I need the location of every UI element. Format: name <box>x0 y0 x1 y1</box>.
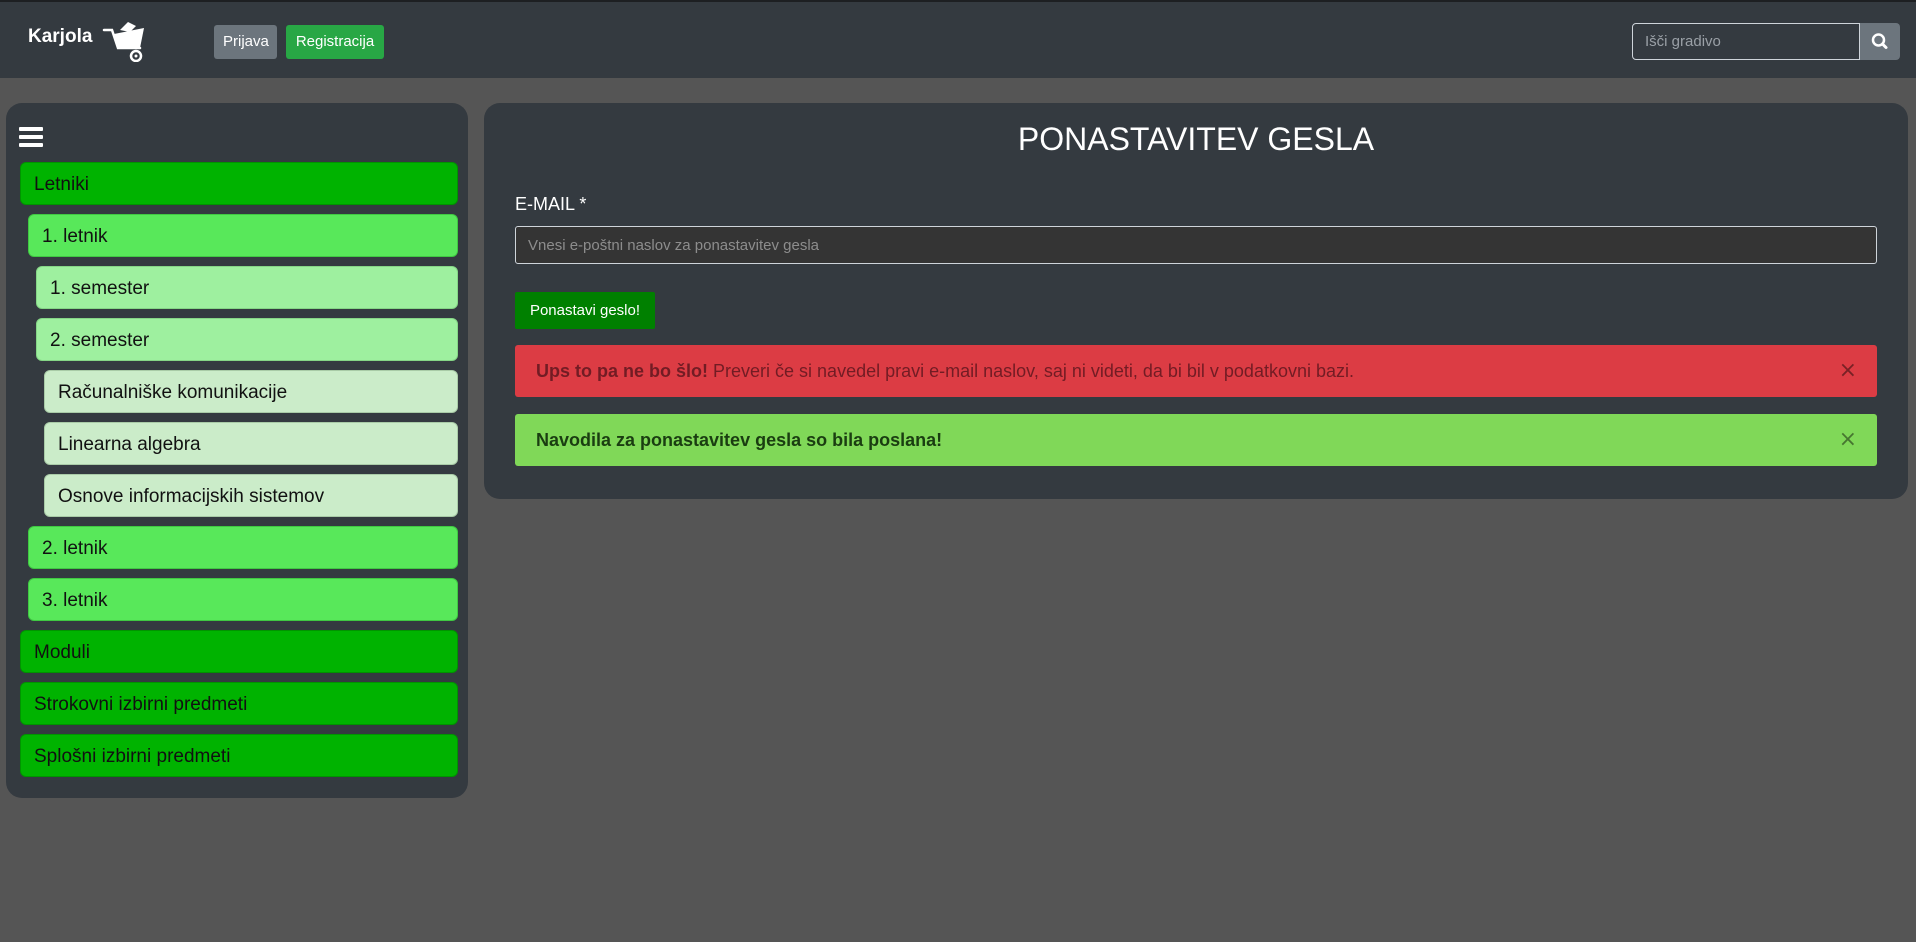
close-icon[interactable]: × <box>1839 414 1857 466</box>
close-icon[interactable]: × <box>1839 345 1857 397</box>
search-button[interactable] <box>1860 23 1900 60</box>
sidebar-item-semester-2[interactable]: 2. semester <box>36 318 458 361</box>
sidebar-item-osnove-informacijskih-sistemov[interactable]: Osnove informacijskih sistemov <box>44 474 458 517</box>
wheelbarrow-icon[interactable] <box>100 20 150 62</box>
sidebar-item-letnik-3[interactable]: 3. letnik <box>28 578 458 621</box>
sidebar-item-semester-1[interactable]: 1. semester <box>36 266 458 309</box>
sidebar-item-linearna-algebra[interactable]: Linearna algebra <box>44 422 458 465</box>
success-alert-title: Navodila za ponastavitev gesla so bila p… <box>536 430 943 450</box>
sidebar: Letniki 1. letnik 1. semester 2. semeste… <box>6 103 468 798</box>
email-label: E-MAIL * <box>515 194 587 214</box>
search-input[interactable] <box>1632 23 1860 60</box>
search-icon <box>1871 33 1888 49</box>
error-alert-title: Ups to pa ne bo šlo! <box>536 361 709 381</box>
reset-password-button[interactable]: Ponastavi geslo! <box>515 292 655 329</box>
reset-password-card: PONASTAVITEV GESLA E-MAIL * Ponastavi ge… <box>484 103 1908 499</box>
sidebar-item-strokovni-izbirni[interactable]: Strokovni izbirni predmeti <box>20 682 458 725</box>
register-button[interactable]: Registracija <box>286 25 384 59</box>
email-field[interactable] <box>515 226 1877 264</box>
sidebar-item-moduli[interactable]: Moduli <box>20 630 458 673</box>
sidebar-item-racunalniske-komunikacije[interactable]: Računalniške komunikacije <box>44 370 458 413</box>
error-alert: Ups to pa ne bo šlo! Preveri če si naved… <box>515 345 1877 397</box>
sidebar-item-letnik-2[interactable]: 2. letnik <box>28 526 458 569</box>
brand-name[interactable]: Karjola <box>28 26 92 48</box>
page-title: PONASTAVITEV GESLA <box>1017 121 1375 157</box>
top-navbar: Karjola Prijava Registracija <box>0 0 1916 78</box>
sidebar-item-splosni-izbirni[interactable]: Splošni izbirni predmeti <box>20 734 458 777</box>
sidebar-item-letniki[interactable]: Letniki <box>20 162 458 205</box>
error-alert-text: Preveri če si navedel pravi e-mail naslo… <box>708 361 1354 381</box>
success-alert: Navodila za ponastavitev gesla so bila p… <box>515 414 1877 466</box>
sidebar-item-letnik-1[interactable]: 1. letnik <box>28 214 458 257</box>
hamburger-icon[interactable] <box>19 127 43 147</box>
login-button[interactable]: Prijava <box>214 25 277 59</box>
